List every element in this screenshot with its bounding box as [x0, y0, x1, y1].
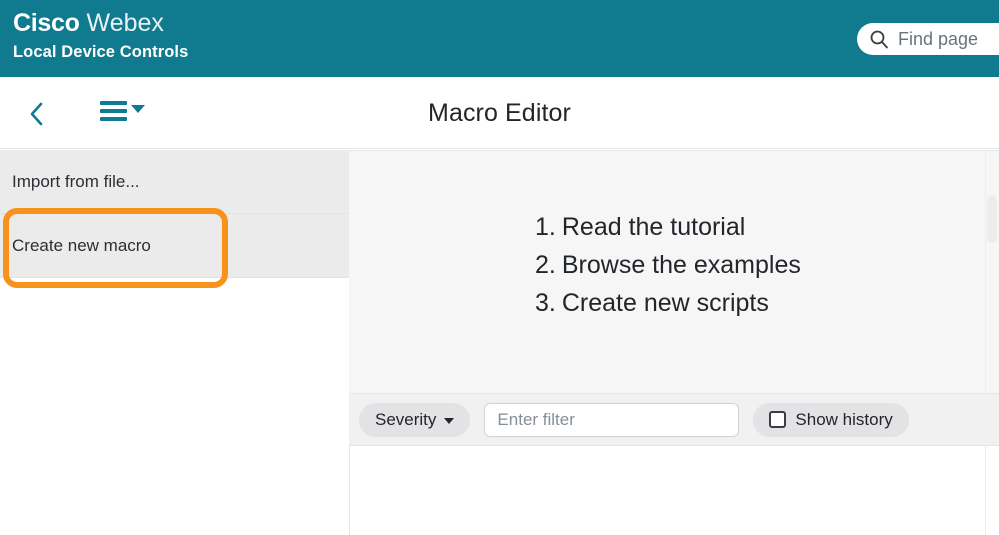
- content-scrollbar[interactable]: [985, 151, 999, 393]
- sidebar-item-label: Create new macro: [12, 235, 151, 255]
- content-scrollbar-thumb[interactable]: [987, 195, 997, 243]
- search-icon: [869, 29, 889, 49]
- log-output-area: [349, 446, 999, 535]
- brand-block: Cisco Webex Local Device Controls: [13, 9, 188, 63]
- brand-title: Cisco Webex: [13, 9, 188, 38]
- step-number: 1.: [535, 213, 556, 241]
- step-text: Read the tutorial: [561, 213, 746, 241]
- sidebar-item-create-new-macro[interactable]: Create new macro: [0, 214, 349, 278]
- find-page-search[interactable]: Find page: [857, 23, 999, 55]
- sidebar: Import from file... Create new macro: [0, 150, 349, 535]
- filter-input[interactable]: Enter filter: [484, 402, 740, 437]
- step-text: Create new scripts: [561, 289, 769, 317]
- search-placeholder: Find page: [898, 28, 979, 49]
- page-title: Macro Editor: [428, 99, 571, 127]
- step-text: Browse the examples: [561, 251, 801, 279]
- step-item: 2. Browse the examples: [535, 246, 801, 284]
- show-history-label: Show history: [795, 409, 893, 429]
- show-history-toggle[interactable]: Show history: [753, 402, 909, 437]
- brand-cisco: Cisco: [13, 9, 80, 37]
- macro-editor-page: Cisco Webex Local Device Controls Find p…: [0, 0, 999, 535]
- caret-down-icon: [444, 417, 455, 424]
- brand-subtitle: Local Device Controls: [13, 43, 189, 61]
- sidebar-item-label: Import from file...: [12, 171, 140, 191]
- sidebar-item-import-from-file[interactable]: Import from file...: [0, 150, 349, 214]
- step-item: 1. Read the tutorial: [535, 208, 801, 246]
- step-number: 2.: [535, 251, 556, 279]
- log-filter-toolbar: Severity Enter filter Show history: [349, 393, 999, 446]
- brand-webex: Webex: [86, 9, 164, 37]
- step-number: 3.: [535, 289, 556, 317]
- checkbox-icon[interactable]: [769, 411, 787, 428]
- content-panel: 1. Read the tutorial 2. Browse the example…: [349, 150, 999, 393]
- getting-started-steps: 1. Read the tutorial 2. Browse the example…: [535, 208, 801, 322]
- app-header: Cisco Webex Local Device Controls Find p…: [0, 0, 999, 77]
- severity-label: Severity: [375, 409, 437, 429]
- log-scrollbar[interactable]: [985, 446, 999, 535]
- step-item: 3. Create new scripts: [535, 284, 801, 322]
- severity-dropdown[interactable]: Severity: [359, 402, 471, 437]
